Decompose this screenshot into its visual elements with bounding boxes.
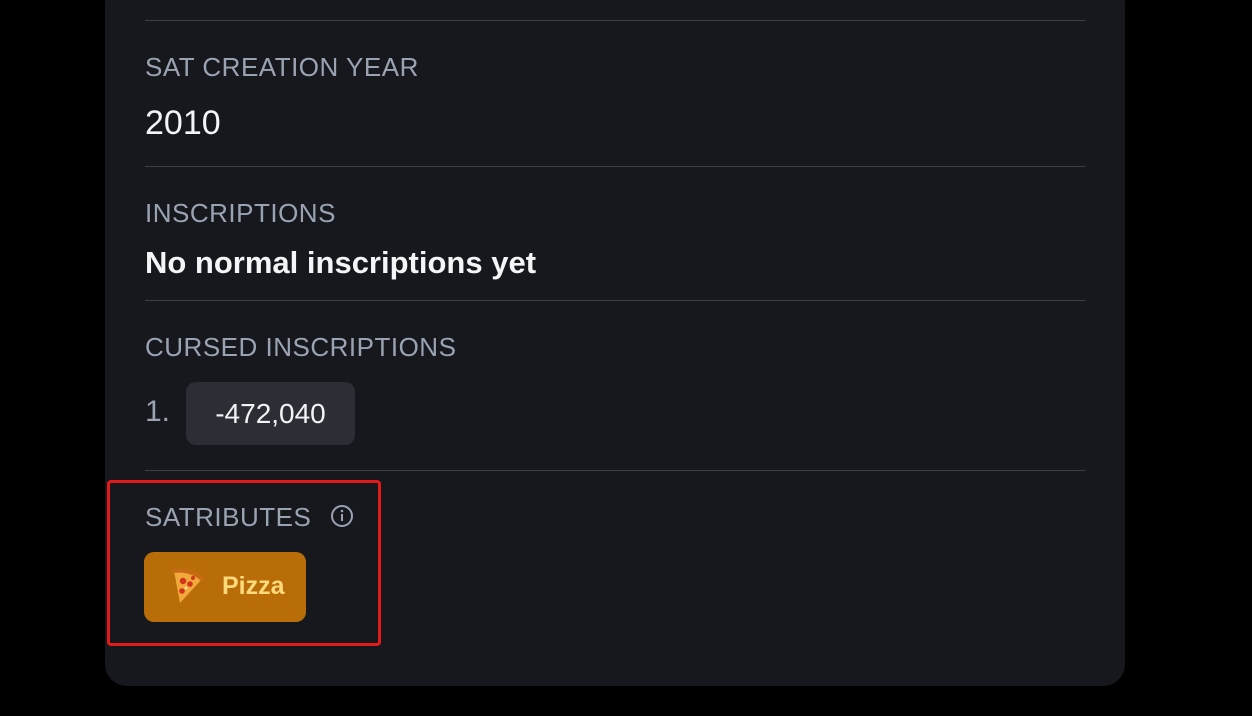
pizza-badge-label: Pizza (222, 572, 285, 600)
sat-creation-year-label: SAT CREATION YEAR (145, 52, 419, 82)
cursed-inscription-link[interactable]: -472,040 (186, 382, 355, 445)
info-circle-icon[interactable] (330, 504, 354, 528)
list-item-index: 1. (145, 395, 171, 428)
divider (145, 20, 1085, 21)
sat-creation-year-value: 2010 (145, 104, 221, 142)
cursed-inscriptions-label: CURSED INSCRIPTIONS (145, 332, 457, 362)
divider (145, 300, 1085, 301)
pizza-satribute-badge[interactable]: Pizza (144, 552, 306, 622)
pizza-icon (168, 567, 206, 605)
satributes-label: SATRIBUTES (145, 502, 312, 532)
divider (145, 470, 1085, 471)
inscriptions-value: No normal inscriptions yet (145, 245, 537, 280)
inscriptions-label: INSCRIPTIONS (145, 198, 336, 228)
divider (145, 166, 1085, 167)
